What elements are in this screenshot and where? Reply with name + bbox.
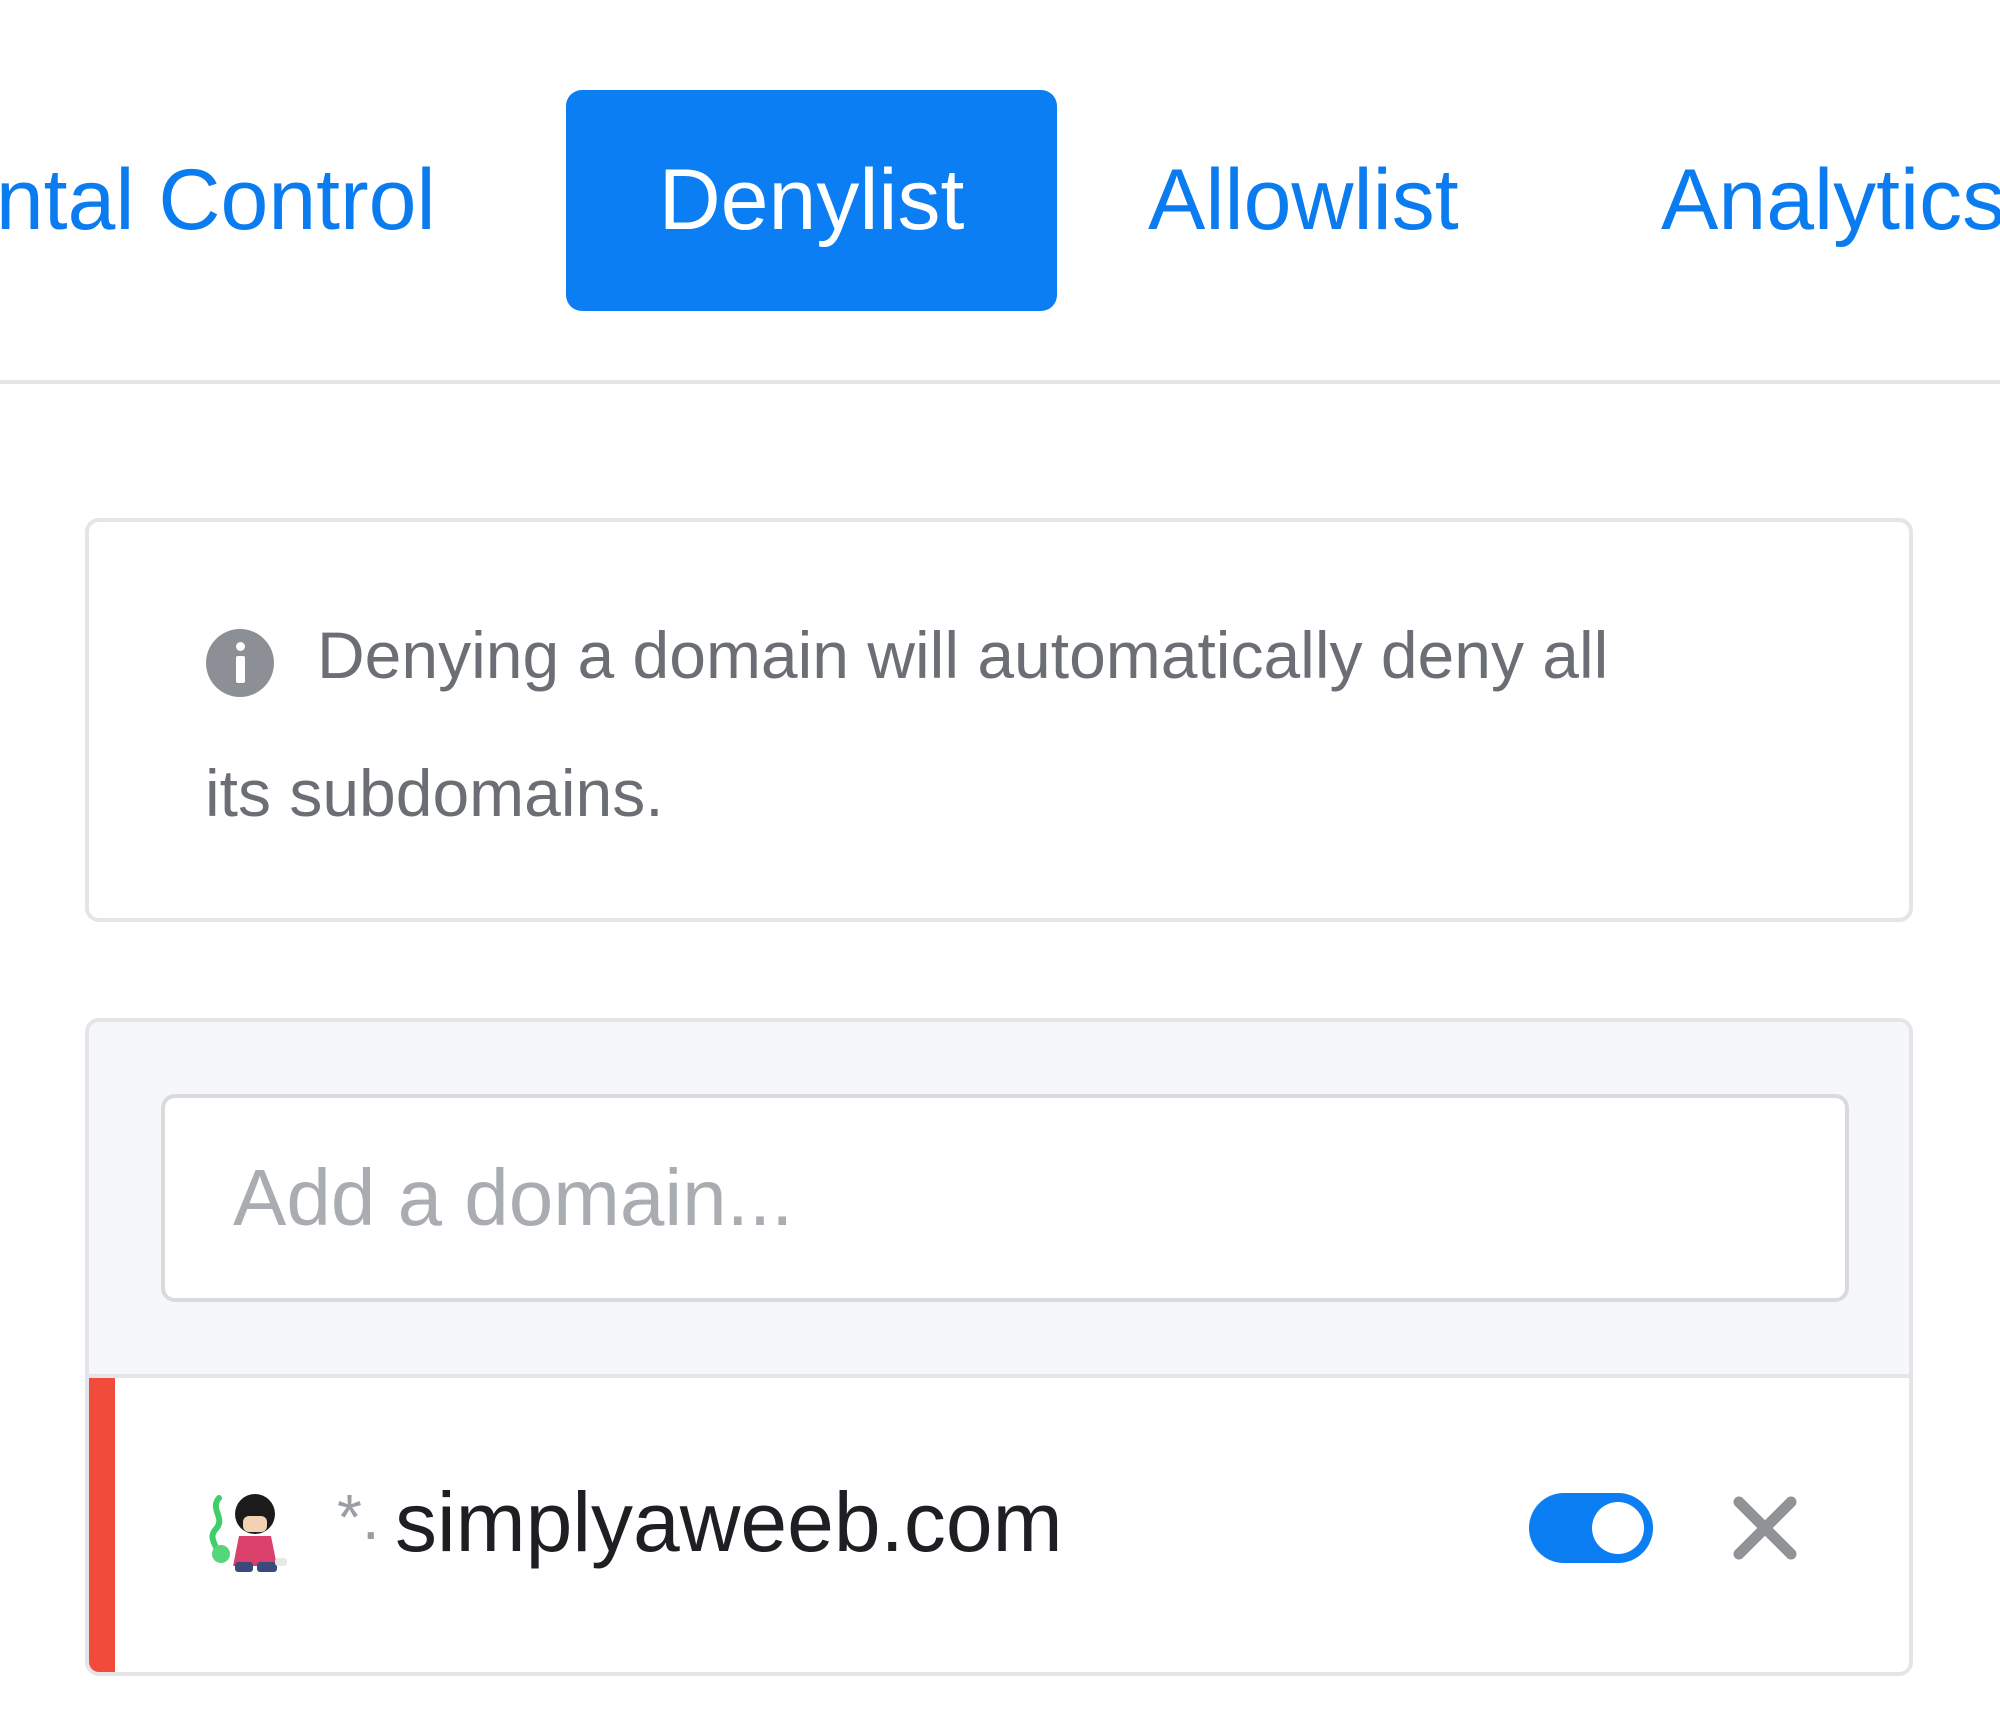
remove-domain-close-icon[interactable]	[1729, 1492, 1801, 1564]
denylist-card: *. simplyaweeb.com	[85, 1018, 1913, 1676]
info-text: Denying a domain will automatically deny…	[205, 612, 1805, 722]
add-domain-input[interactable]	[161, 1094, 1849, 1302]
tab-allowlist[interactable]: Allowlist	[1148, 90, 1459, 311]
tab-analytics[interactable]: Analytics	[1661, 90, 2000, 311]
tab-denylist[interactable]: Denylist	[566, 90, 1057, 311]
info-text-line1: Denying a domain will automatically deny…	[317, 618, 1609, 692]
site-favicon-icon	[209, 1494, 287, 1572]
info-text-line2: its subdomains.	[205, 756, 664, 830]
tab-bar: ental Control Denylist Allowlist Analyti…	[0, 0, 2000, 384]
domain-name: simplyaweeb.com	[395, 1475, 1063, 1569]
info-notice: Denying a domain will automatically deny…	[85, 518, 1913, 922]
tab-parental-control[interactable]: ental Control	[0, 90, 436, 311]
domain-enabled-toggle[interactable]	[1529, 1493, 1653, 1563]
deny-status-bar	[89, 1378, 115, 1672]
list-item: *. simplyaweeb.com	[89, 1378, 1909, 1672]
add-domain-area	[89, 1022, 1909, 1378]
toggle-knob	[1592, 1502, 1644, 1554]
wildcard-prefix: *.	[337, 1481, 380, 1553]
